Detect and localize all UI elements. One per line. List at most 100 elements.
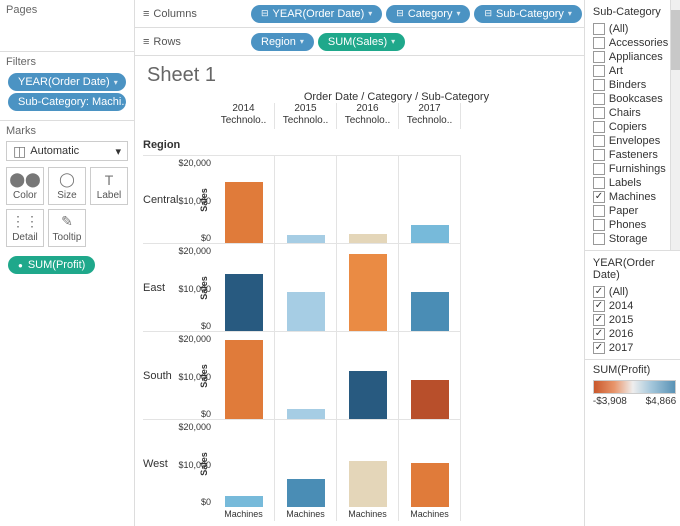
checkbox[interactable] [593,219,605,231]
bar[interactable] [225,182,263,243]
rows-icon: ≡ [143,36,149,48]
bar[interactable] [411,292,449,331]
chart-cell[interactable] [337,419,399,507]
bar[interactable] [225,274,263,331]
bar[interactable] [287,292,325,331]
checkbox[interactable] [593,107,605,119]
chart-cell[interactable] [399,419,461,507]
subcat-row-15[interactable]: Storage [593,232,668,246]
bar[interactable] [349,254,387,331]
color-gradient[interactable] [593,380,676,394]
checkbox[interactable] [593,51,605,63]
sheet-title[interactable]: Sheet 1 [147,64,580,87]
bar[interactable] [411,463,449,507]
check-label: Binders [609,79,646,91]
checkbox[interactable] [593,177,605,189]
marks-pill-profit[interactable]: SUM(Profit) [8,256,95,274]
marks-type-dropdown[interactable]: ◫Automatic ▾ [6,141,128,161]
year-row-0[interactable]: ✓(All) [593,285,680,299]
bar[interactable] [225,496,263,507]
marks-card-size[interactable]: ◯Size [48,167,86,205]
chart-cell[interactable]: $20,000$10,000$0 [213,243,275,331]
subcategory-scrollbar[interactable] [670,0,680,250]
subcat-row-9[interactable]: Fasteners [593,148,668,162]
chart-cell[interactable] [337,155,399,243]
marks-card-label[interactable]: TLabel [90,167,128,205]
checkbox[interactable] [593,37,605,49]
chart-cell[interactable] [399,331,461,419]
subcat-row-0[interactable]: (All) [593,22,668,36]
checkbox[interactable] [593,163,605,175]
year-row-2[interactable]: ✓2015 [593,313,680,327]
year-row-3[interactable]: ✓2016 [593,327,680,341]
chart-cell[interactable] [399,243,461,331]
subcat-row-1[interactable]: Accessories [593,36,668,50]
subcat-row-7[interactable]: Copiers [593,120,668,134]
region-header: Region [143,103,195,155]
filter-pill-0[interactable]: YEAR(Order Date) [8,73,126,91]
subcat-row-5[interactable]: Bookcases [593,92,668,106]
checkbox[interactable]: ✓ [593,300,605,312]
checkbox[interactable] [593,121,605,133]
checkbox[interactable] [593,205,605,217]
bar[interactable] [287,479,325,507]
columns-pill-1[interactable]: Category [386,5,470,23]
subcat-row-14[interactable]: Phones [593,218,668,232]
chart-cell[interactable] [275,419,337,507]
chart-cell[interactable] [337,243,399,331]
chart-columns-header: Order Date / Category / Sub-Category [213,91,580,103]
checkbox[interactable] [593,65,605,77]
chart-cell[interactable] [399,155,461,243]
bar[interactable] [287,235,325,243]
chart-cell[interactable]: $20,000$10,000$0 [213,331,275,419]
chart-cell[interactable]: $20,000$10,000$0 [213,419,275,507]
bar[interactable] [225,340,263,419]
checkbox[interactable] [593,23,605,35]
bar[interactable] [349,371,387,419]
subcat-row-3[interactable]: Art [593,64,668,78]
checkbox[interactable] [593,79,605,91]
subcat-row-11[interactable]: Labels [593,176,668,190]
checkbox[interactable] [593,233,605,245]
checkbox[interactable]: ✓ [593,342,605,354]
bar[interactable] [349,234,387,243]
subcat-row-10[interactable]: Furnishings [593,162,668,176]
checkbox[interactable] [593,135,605,147]
check-label: 2014 [609,300,633,312]
bar[interactable] [287,409,325,419]
bar[interactable] [411,225,449,243]
year-filter-title: YEAR(Order Date) [593,257,680,281]
subcat-row-8[interactable]: Envelopes [593,134,668,148]
subcat-row-13[interactable]: Paper [593,204,668,218]
subcat-row-6[interactable]: Chairs [593,106,668,120]
subcat-row-4[interactable]: Binders [593,78,668,92]
chart-cell[interactable] [275,243,337,331]
marks-card-tooltip[interactable]: ✎Tooltip [48,209,86,247]
columns-pill-2[interactable]: Sub-Category [474,5,581,23]
year-row-1[interactable]: ✓ 2014 [593,299,680,313]
marks-card-color[interactable]: ⬤⬤Color [6,167,44,205]
columns-pill-0[interactable]: YEAR(Order Date) [251,5,382,23]
subcat-row-2[interactable]: Appliances [593,50,668,64]
checkbox[interactable] [593,149,605,161]
checkbox[interactable]: ✓ [593,314,605,326]
chart-cell[interactable] [275,155,337,243]
marks-card-detail[interactable]: ⋮⋮Detail [6,209,44,247]
bar[interactable] [411,380,449,419]
check-label: Appliances [609,51,663,63]
checkbox[interactable] [593,93,605,105]
check-label: Storage [609,233,648,245]
chart-cell[interactable]: $20,000$10,000$0 [213,155,275,243]
subcat-row-12[interactable]: ✓Machines [593,190,668,204]
chart-cell[interactable] [275,331,337,419]
checkbox[interactable]: ✓ [593,286,605,298]
rows-pill-1[interactable]: SUM(Sales) [318,33,405,51]
year-row-4[interactable]: ✓2017 [593,341,680,355]
bar[interactable] [349,461,387,507]
filter-pill-1[interactable]: Sub-Category: Machi.. [8,93,126,111]
chart-cell[interactable] [337,331,399,419]
checkbox[interactable]: ✓ [593,328,605,340]
rows-pill-0[interactable]: Region [251,33,314,51]
legend-max: $4,866 [646,396,677,407]
checkbox[interactable]: ✓ [593,191,605,203]
